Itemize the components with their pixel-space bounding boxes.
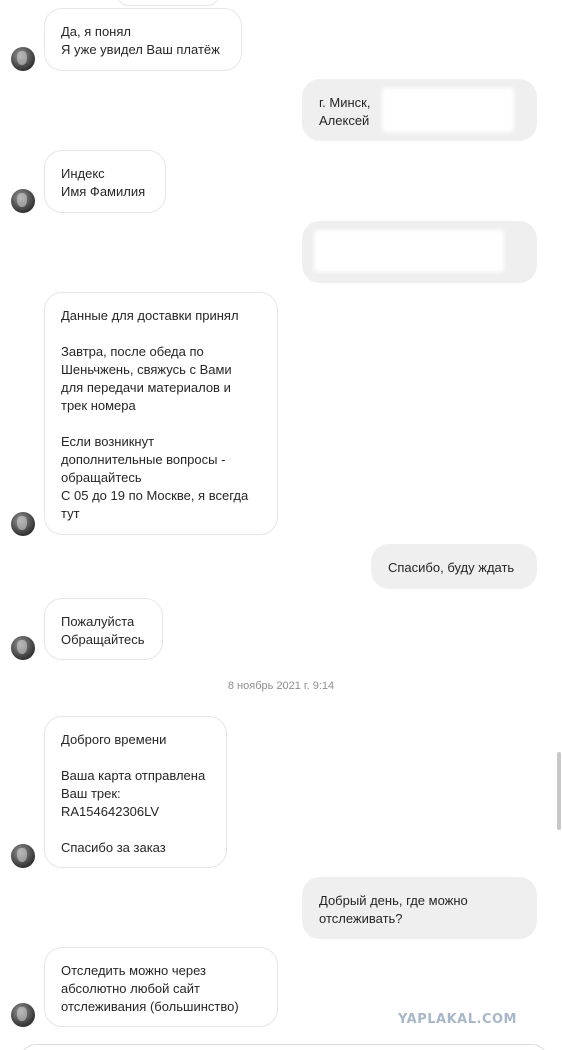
outgoing-message: Спасибо, буду ждать — [371, 544, 537, 589]
redacted-text — [382, 88, 514, 132]
avatar[interactable] — [11, 189, 35, 213]
scrollbar[interactable] — [557, 752, 561, 830]
avatar[interactable] — [11, 47, 35, 71]
avatar[interactable] — [11, 1003, 35, 1027]
avatar[interactable] — [11, 844, 35, 868]
outgoing-message: Добрый день, где можно отслеживать? — [302, 877, 537, 939]
watermark: YAPLAKAL.COM — [398, 1012, 517, 1027]
avatar[interactable] — [11, 636, 35, 660]
incoming-message: Данные для доставки принял Завтра, после… — [44, 292, 278, 535]
incoming-message: Доброго времени Ваша карта отправлена Ва… — [44, 716, 227, 868]
incoming-message: Да, я понял Я уже увидел Ваш платёж — [44, 8, 242, 71]
incoming-message: Индекс Имя Фамилия — [44, 150, 166, 213]
incoming-message: Отследить можно через абсолютно любой са… — [44, 947, 278, 1027]
avatar[interactable] — [11, 512, 35, 536]
message-input[interactable] — [20, 1044, 548, 1050]
incoming-message: Пожалуйста Обращайтесь — [44, 598, 163, 660]
message-timestamp: 8 ноябрь 2021 г. 9:14 — [227, 680, 335, 692]
previous-message-bubble — [118, 0, 218, 6]
redacted-text — [314, 230, 504, 272]
chat-thread: Да, я понял Я уже увидел Ваш платёж г. М… — [0, 0, 562, 1050]
